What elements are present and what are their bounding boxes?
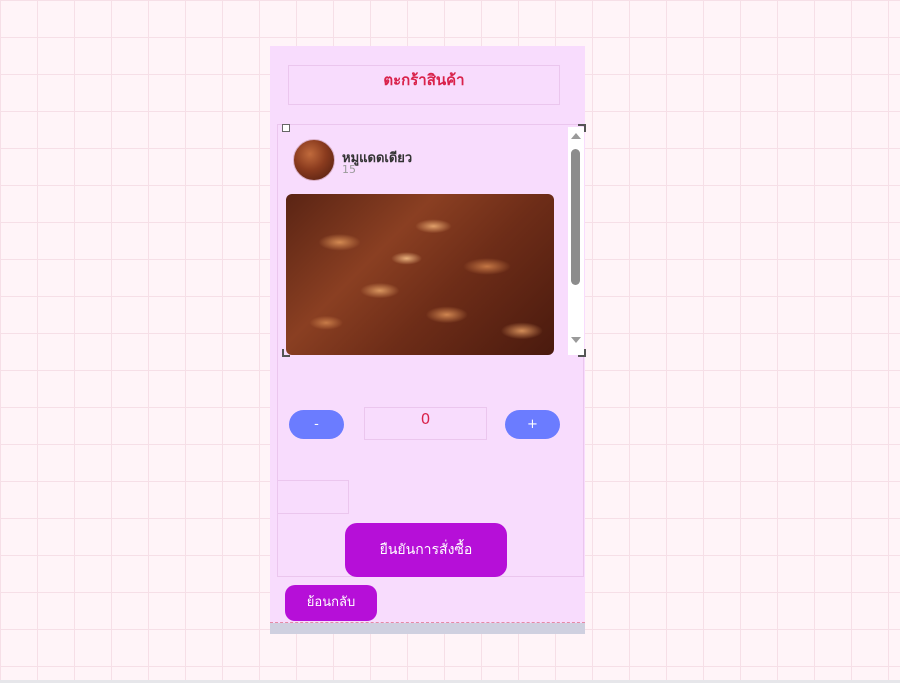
phone-shadow	[270, 622, 585, 634]
page-title: ตะกร้าสินค้า	[288, 65, 560, 105]
decrease-quantity-button[interactable]: -	[289, 410, 344, 439]
phone-screen: ตะกร้าสินค้า หมูแดดเดียว 15 - 0 + ยืนยัน…	[270, 46, 586, 623]
scroll-down-arrow-icon[interactable]	[571, 337, 581, 343]
quantity-field[interactable]: 0	[364, 407, 487, 440]
selection-corner-bottom-left[interactable]	[282, 349, 290, 357]
item-price: 15	[342, 163, 356, 176]
selection-corner-bottom-right[interactable]	[578, 349, 586, 357]
item-avatar	[293, 139, 335, 181]
confirm-order-button[interactable]: ยืนยันการสั่งซื้อ	[345, 523, 507, 577]
list-scrollbar[interactable]	[568, 127, 584, 355]
scroll-thumb[interactable]	[571, 149, 580, 285]
empty-label-box	[277, 480, 349, 514]
cart-item-card[interactable]: หมูแดดเดียว 15	[284, 127, 568, 355]
selection-corner-top-right[interactable]	[578, 124, 586, 132]
back-button[interactable]: ย้อนกลับ	[285, 585, 377, 621]
increase-quantity-button[interactable]: +	[505, 410, 560, 439]
cart-list-view[interactable]: หมูแดดเดียว 15	[284, 127, 584, 355]
selection-handle-top-left[interactable]	[282, 124, 290, 132]
item-photo	[286, 194, 554, 355]
scroll-up-arrow-icon[interactable]	[571, 133, 581, 139]
